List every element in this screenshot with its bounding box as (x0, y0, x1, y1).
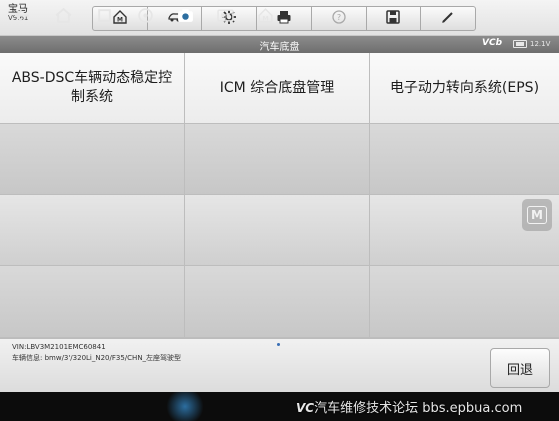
battery-icon (513, 40, 527, 48)
empty-cell (185, 266, 370, 338)
vehicle-info-text: 车辆信息: bmw/3'/320Li_N20/F35/CHN_左座驾驶型 (12, 354, 182, 362)
m-icon: M (527, 206, 547, 224)
camera-icon[interactable] (176, 6, 194, 24)
empty-cell (0, 266, 185, 338)
camera-highlight (165, 392, 205, 421)
battery-voltage: 12.1V (530, 40, 551, 48)
vci-connect-icon[interactable] (216, 6, 234, 24)
empty-cell (185, 124, 370, 195)
empty-cell (185, 195, 370, 266)
home-nav-icon[interactable] (54, 6, 72, 24)
system-label: ABS-DSC车辆动态稳定控制系统 (11, 70, 173, 105)
browser-icon[interactable] (136, 6, 154, 24)
svg-text:M: M (262, 14, 268, 22)
vci-status: VCb (482, 38, 503, 48)
save-icon (385, 9, 401, 29)
sub-header: 汽车底盘 VCb 12.1V (0, 36, 559, 53)
svg-text:?: ? (337, 13, 341, 22)
edit-button[interactable] (421, 7, 475, 30)
system-eps[interactable]: 电子动力转向系统(EPS) (370, 53, 559, 124)
system-label: ICM 综合底盘管理 (219, 79, 335, 96)
vin-text: VIN:LBV3M2101EMC60841 (12, 343, 106, 351)
system-label: 电子动力转向系统(EPS) (389, 79, 540, 96)
empty-cell (0, 124, 185, 195)
watermark: VC汽车维修技术论坛 bbs.epbua.com (296, 397, 522, 416)
help-button[interactable]: ? (312, 7, 367, 30)
print-icon (276, 9, 292, 29)
empty-cell (370, 124, 559, 195)
save-button[interactable] (367, 7, 422, 30)
maxisys-home-icon[interactable]: M (256, 6, 274, 24)
page-title: 汽车底盘 (259, 42, 300, 53)
back-arrow-icon[interactable] (13, 6, 31, 24)
floating-menu-button[interactable]: M (522, 199, 552, 231)
top-bar: 宝马 V9.61 M ? (0, 0, 559, 36)
watermark-prefix: VC (296, 401, 315, 415)
svg-text:M: M (117, 16, 123, 23)
empty-cell (0, 195, 185, 266)
edit-icon (440, 9, 456, 29)
system-grid: ABS-DSC车辆动态稳定控制系统 ICM 综合底盘管理 电子动力转向系统(EP… (0, 53, 559, 338)
back-button[interactable]: 回退 (490, 348, 550, 388)
system-icm[interactable]: ICM 综合底盘管理 (185, 53, 370, 124)
empty-cell (370, 266, 559, 338)
system-abs-dsc[interactable]: ABS-DSC车辆动态稳定控制系统 (0, 53, 185, 124)
page-indicator-dot (277, 343, 280, 346)
home-icon: M (112, 9, 128, 29)
watermark-text: 汽车维修技术论坛 bbs.epbua.com (314, 401, 523, 416)
recent-apps-icon[interactable] (95, 6, 113, 24)
footer: VIN:LBV3M2101EMC60841 车辆信息: bmw/3'/320Li… (0, 338, 559, 392)
help-icon: ? (331, 9, 347, 29)
